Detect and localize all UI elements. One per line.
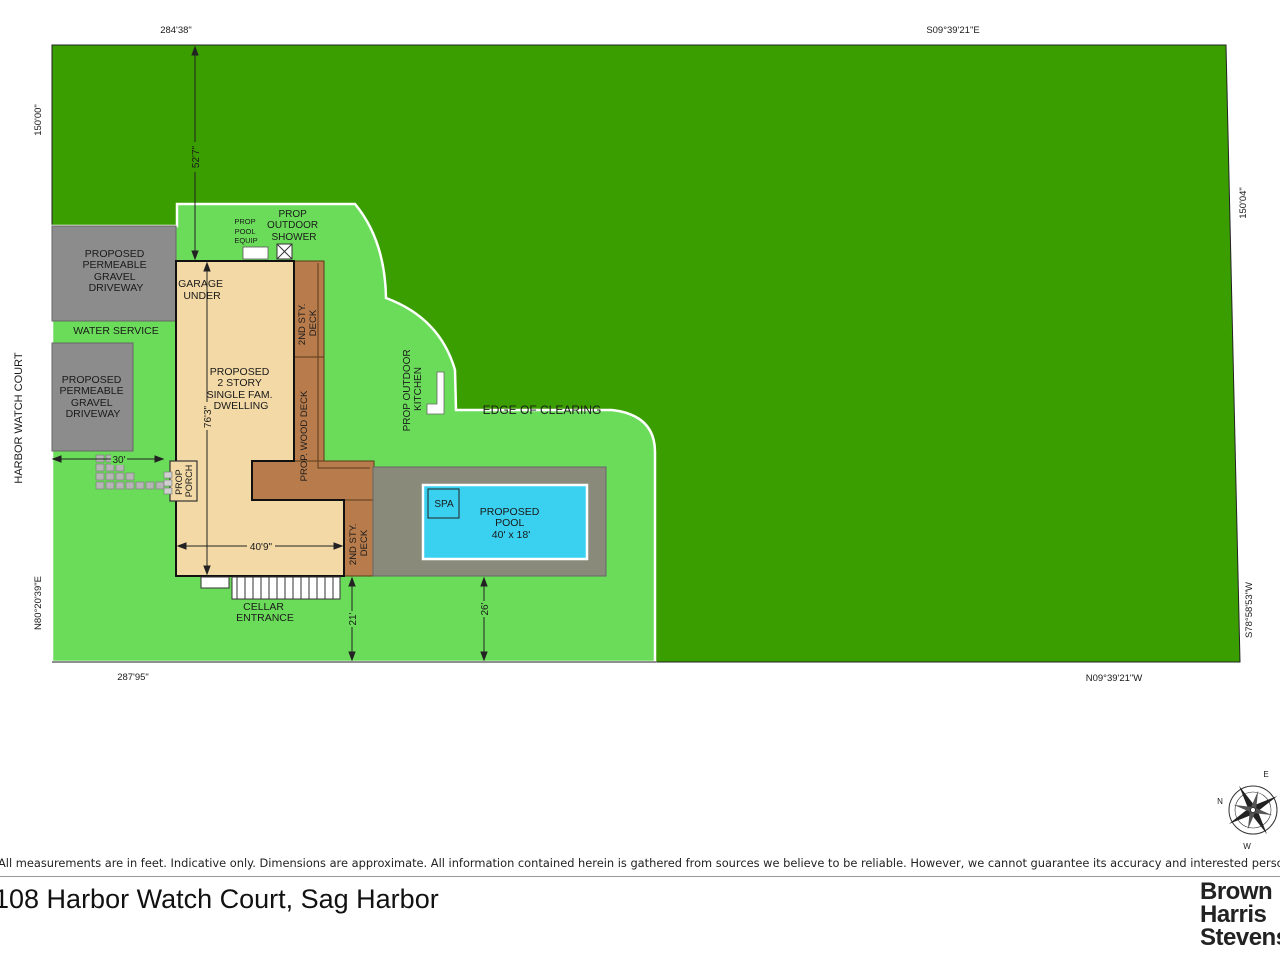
spa-label: SPA (434, 499, 454, 510)
water-service-label: WATER SERVICE (73, 325, 159, 337)
porch-label: PROP PORCH (174, 465, 194, 498)
dim-side-30: 30' (112, 455, 125, 466)
bearing-right-top: 150'04" (1238, 187, 1249, 219)
brand-logo-line-1: Brown (1200, 880, 1273, 905)
compass-e: E (1263, 770, 1268, 779)
compass-rose-icon (1228, 785, 1278, 835)
pool-equipment-label: PROP POOL EQUIP (234, 217, 257, 245)
disclaimer-text: All measurements are in feet. Indicative… (0, 856, 1280, 870)
bearing-bottom-right: N09°39'21"W (1086, 673, 1143, 684)
footer-divider (0, 876, 1280, 877)
dim-rear-26: 26' (480, 602, 491, 615)
site-plan-drawing: 284'38" S09°39'21"E 150'00" N80°20'39"E … (13, 25, 1278, 851)
cellar-entrance-label: CELLAR ENTRANCE (236, 601, 294, 624)
dwelling-label: PROPOSED 2 STORY SINGLE FAM. DWELLING (207, 366, 276, 412)
wood-deck-label: PROP. WOOD DECK (299, 390, 310, 481)
property-address: 108 Harbor Watch Court, Sag Harbor (0, 884, 439, 914)
pool-equipment-pad (242, 246, 269, 260)
brand-logo: Brown Harris Stevens (1200, 880, 1280, 952)
brand-logo-line-2: Harris (1200, 901, 1267, 928)
bearing-left-top: 150'00" (33, 104, 44, 136)
compass-w: W (1243, 842, 1251, 851)
street-label: HARBOR WATCH COURT (13, 352, 25, 483)
outdoor-shower (276, 243, 293, 260)
bearing-right-bottom: S78°58'53"W (1244, 582, 1255, 638)
brand-logo-line-3: Stevens (1200, 924, 1280, 951)
dim-rear-21: 21' (348, 612, 359, 625)
dim-front-setback: 52'7" (191, 145, 202, 168)
bearing-top-right: S09°39'21"E (926, 25, 979, 36)
dim-house-width: 40'9" (250, 542, 273, 553)
compass-n: N (1217, 797, 1223, 806)
edge-of-clearing-label: EDGE OF CLEARING (483, 403, 602, 417)
dim-house-depth: 76'3" (203, 405, 214, 428)
garage-label: GARAGE UNDER (178, 278, 226, 302)
bearing-top-left: 284'38" (160, 25, 192, 36)
bearing-left-bottom: N80°20'39"E (33, 576, 44, 630)
bearing-bottom-left: 287'95" (117, 672, 149, 683)
